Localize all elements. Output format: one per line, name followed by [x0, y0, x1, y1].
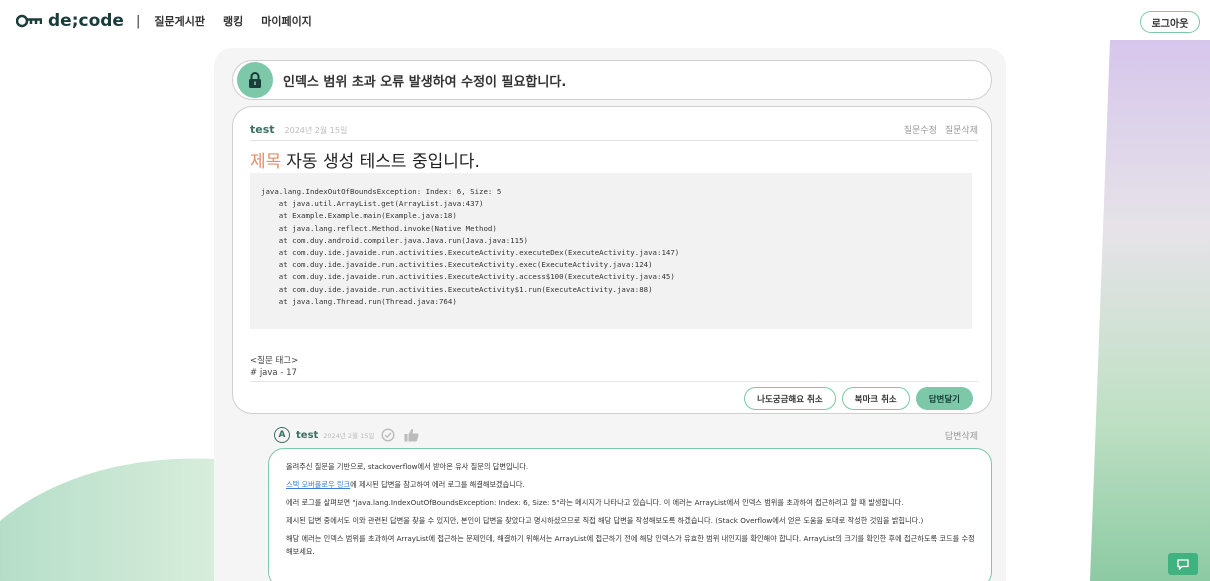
- background-wave-left: [0, 458, 240, 581]
- check-circle-icon[interactable]: [381, 428, 395, 442]
- site-logo[interactable]: de;code: [16, 11, 124, 31]
- answer-paragraph: 제시된 답변 중에서도 이와 관련된 답변을 찾을 수 있지만, 본인이 답변을…: [286, 516, 924, 525]
- error-log-code-block: java.lang.IndexOutOfBoundsException: Ind…: [250, 173, 972, 329]
- code-line: at com.duy.android.compiler.java.Java.ru…: [261, 235, 528, 245]
- logout-button[interactable]: 로그아웃: [1140, 11, 1200, 33]
- nav-item-ranking[interactable]: 랭킹: [223, 13, 243, 29]
- answer-paragraph: 해당 에러는 인덱스 범위를 초과하여 ArrayList에 접근하는 문제인데…: [286, 534, 975, 556]
- lock-icon: [237, 62, 273, 98]
- question-title: 제목 자동 생성 테스트 중입니다.: [250, 147, 480, 172]
- answer-badge: A: [274, 427, 290, 443]
- question-header: test 2024년 2월 15일 질문수정 질문삭제: [250, 123, 978, 141]
- answer-header: A test 2024년 2월 15일 답변삭제: [274, 425, 978, 445]
- code-line: at java.lang.Thread.run(Thread.java:764): [261, 296, 457, 306]
- answer-paragraph: 올려주신 질문을 기반으로, stackoverflow에서 받아온 유사 질문…: [286, 462, 529, 471]
- question-tags: <질문 태그> # java - 17: [250, 355, 298, 379]
- tag-item[interactable]: # java - 17: [250, 367, 298, 379]
- code-line: at com.duy.ide.javaide.run.activities.Ex…: [261, 284, 653, 294]
- nav-item-mypage[interactable]: 마이페이지: [261, 13, 312, 29]
- write-answer-button[interactable]: 답변달기: [915, 387, 973, 410]
- answer-paragraph: 스택 오버플로우 링크에 제시된 답변을 참고하여 에러 로그를 해결해보겠습니…: [286, 478, 976, 491]
- tags-header: <질문 태그>: [250, 356, 299, 366]
- code-line: at com.duy.ide.javaide.run.activities.Ex…: [261, 272, 675, 282]
- answer-date: 2024년 2월 15일: [323, 432, 375, 440]
- key-logo-icon: [16, 14, 42, 28]
- code-line: at com.duy.ide.javaide.run.activities.Ex…: [261, 260, 653, 270]
- delete-answer-button[interactable]: 답변삭제: [945, 429, 978, 442]
- nav-separator: |: [135, 13, 141, 29]
- question-author[interactable]: test: [250, 123, 275, 136]
- title-text: 자동 생성 테스트 중입니다.: [286, 152, 480, 172]
- chat-button[interactable]: [1168, 553, 1198, 575]
- top-nav: de;code | 질문게시판 랭킹 마이페이지 로그아웃: [0, 0, 1210, 42]
- code-line: at Example.Example.main(Example.java:18): [261, 211, 457, 221]
- question-actions: 질문수정 질문삭제: [904, 123, 978, 136]
- delete-question-button[interactable]: 질문삭제: [945, 123, 978, 136]
- background-gradient-right: [1090, 40, 1210, 581]
- status-text: 인덱스 범위 초과 오류 발생하여 수정이 필요합니다.: [283, 74, 567, 90]
- logo-text: de;code: [48, 11, 124, 31]
- question-button-row: 나도궁금해요 취소 북마크 취소 답변달기: [744, 387, 973, 410]
- status-banner: 인덱스 범위 초과 오류 발생하여 수정이 필요합니다.: [232, 60, 992, 100]
- edit-question-button[interactable]: 질문수정: [904, 123, 937, 136]
- cancel-curious-button[interactable]: 나도궁금해요 취소: [744, 387, 836, 410]
- answer-paragraph: 에러 로그를 살펴보면 "java.lang.IndexOutOfBoundsE…: [286, 498, 904, 507]
- title-prefix: 제목: [250, 152, 282, 172]
- cancel-bookmark-button[interactable]: 북마크 취소: [841, 387, 910, 410]
- question-date: 2024년 2월 15일: [284, 126, 348, 135]
- answer-card: 올려주신 질문을 기반으로, stackoverflow에서 받아온 유사 질문…: [268, 448, 992, 581]
- chat-icon: [1177, 558, 1189, 570]
- code-line: at java.lang.reflect.Method.invoke(Nativ…: [261, 223, 497, 233]
- code-line: at java.util.ArrayList.get(ArrayList.jav…: [261, 199, 484, 209]
- thumbs-up-icon[interactable]: [404, 428, 419, 442]
- code-line: java.lang.IndexOutOfBoundsException: Ind…: [261, 187, 502, 196]
- nav-item-questions[interactable]: 질문게시판: [154, 13, 205, 29]
- question-card: test 2024년 2월 15일 질문수정 질문삭제 제목 자동 생성 테스트 …: [232, 106, 992, 414]
- stackoverflow-link[interactable]: 스택 오버플로우 링크: [286, 480, 350, 489]
- answer-author[interactable]: test: [296, 430, 318, 441]
- question-divider: [250, 381, 978, 382]
- answer-paragraph-text: 에 제시된 답변을 참고하여 에러 로그를 해결해보겠습니다.: [350, 480, 525, 489]
- code-line: at com.duy.ide.javaide.run.activities.Ex…: [261, 248, 680, 258]
